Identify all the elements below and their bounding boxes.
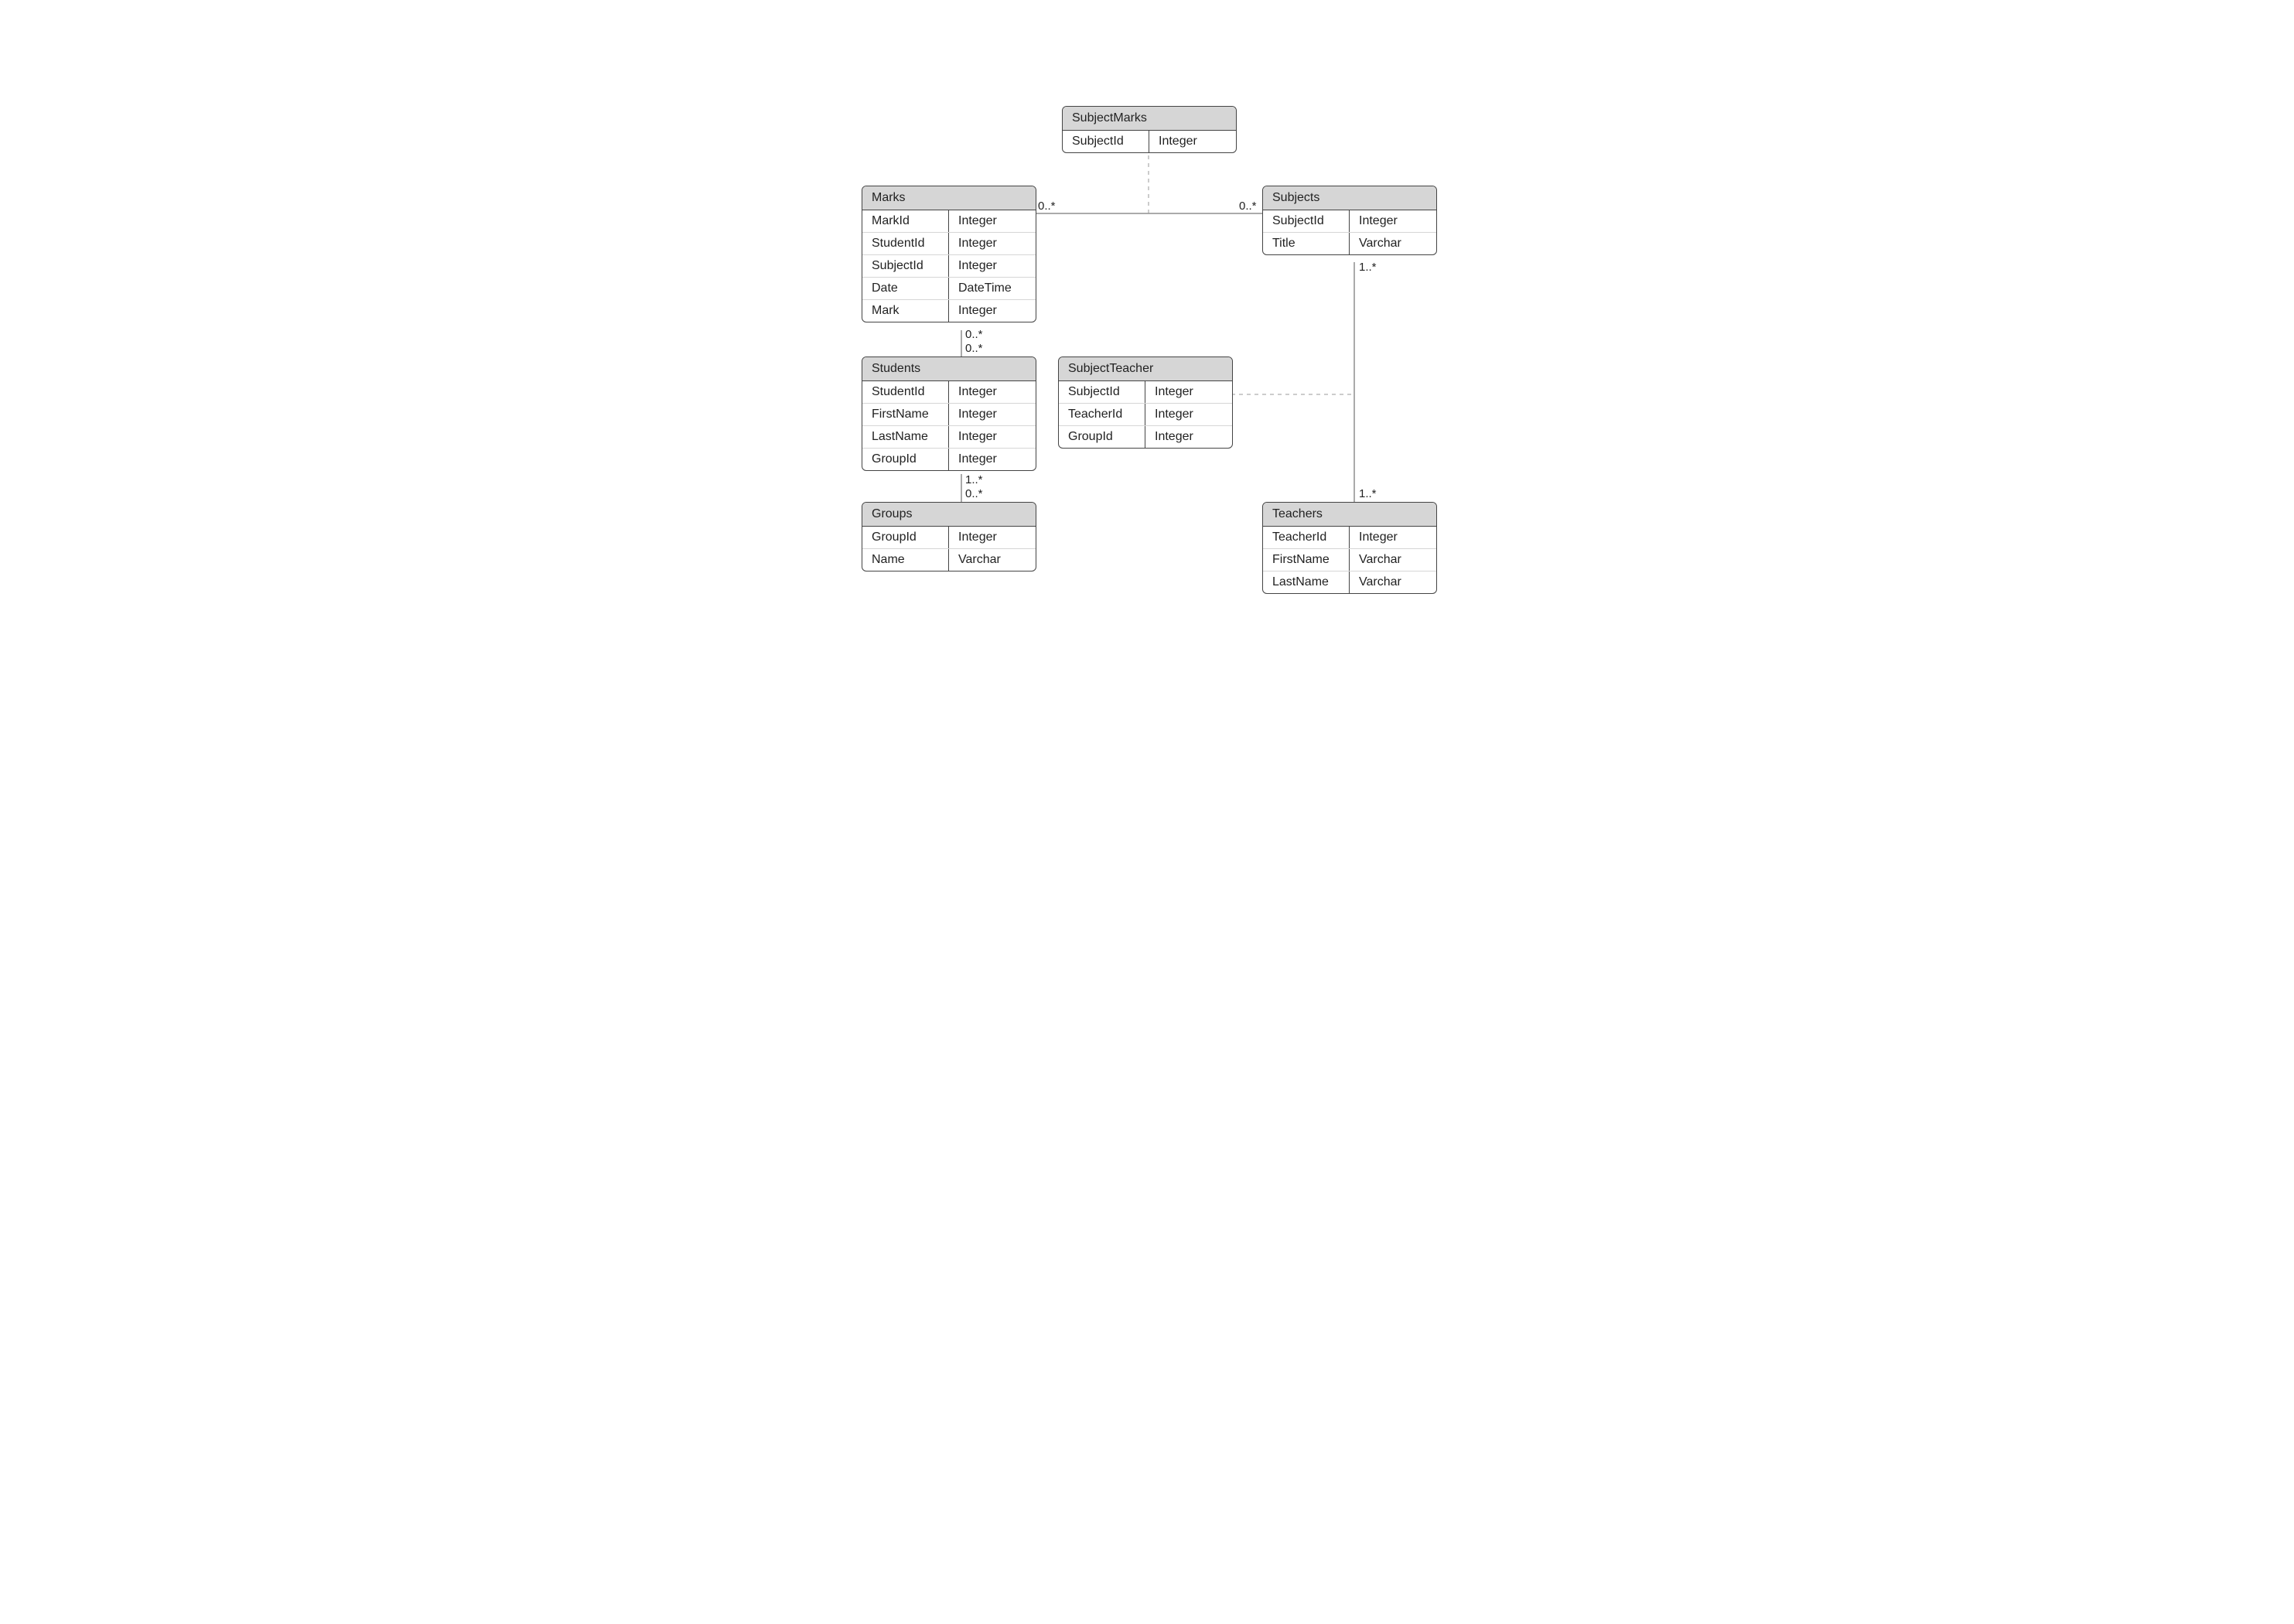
col-name: Mark [862, 300, 948, 322]
entity-title: SubjectMarks [1063, 107, 1236, 131]
col-name: SubjectId [1063, 131, 1149, 152]
col-name: GroupId [862, 527, 948, 548]
table-row: TeacherId Integer [1059, 403, 1232, 425]
col-type: Varchar [1349, 233, 1436, 254]
col-type: Integer [1145, 404, 1232, 425]
col-type: Integer [1349, 527, 1436, 548]
col-name: TeacherId [1263, 527, 1349, 548]
entity-marks: Marks MarkId Integer StudentId Integer S… [862, 186, 1036, 322]
entity-title: Marks [862, 186, 1036, 210]
col-type: Integer [948, 527, 1036, 548]
col-name: LastName [1263, 571, 1349, 593]
col-type: Varchar [1349, 549, 1436, 571]
col-name: Date [862, 278, 948, 299]
col-name: LastName [862, 426, 948, 448]
multiplicity-label: 0..* [1239, 200, 1257, 213]
multiplicity-label: 0..* [965, 328, 983, 341]
col-name: MarkId [862, 210, 948, 232]
table-row: SubjectId Integer [1263, 210, 1436, 232]
col-type: Integer [948, 381, 1036, 403]
er-diagram: SubjectMarks SubjectId Integer Marks Mar… [652, 0, 1642, 701]
multiplicity-label: 0..* [965, 342, 983, 355]
col-type: Integer [948, 255, 1036, 277]
col-name: GroupId [1059, 426, 1145, 448]
entity-groups: Groups GroupId Integer Name Varchar [862, 502, 1036, 571]
table-row: GroupId Integer [862, 448, 1036, 470]
entity-subject-teacher: SubjectTeacher SubjectId Integer Teacher… [1058, 357, 1233, 449]
entity-title: Teachers [1263, 503, 1436, 527]
table-row: FirstName Integer [862, 403, 1036, 425]
table-row: GroupId Integer [1059, 425, 1232, 448]
col-name: TeacherId [1059, 404, 1145, 425]
table-row: Mark Integer [862, 299, 1036, 322]
col-type: Integer [948, 300, 1036, 322]
table-row: SubjectId Integer [1063, 131, 1236, 152]
col-name: Title [1263, 233, 1349, 254]
table-row: GroupId Integer [862, 527, 1036, 548]
col-name: SubjectId [1263, 210, 1349, 232]
col-type: Integer [948, 426, 1036, 448]
col-type: Integer [948, 233, 1036, 254]
table-row: SubjectId Integer [862, 254, 1036, 277]
entity-students: Students StudentId Integer FirstName Int… [862, 357, 1036, 471]
multiplicity-label: 0..* [965, 487, 983, 500]
col-type: DateTime [948, 278, 1036, 299]
multiplicity-label: 1..* [1359, 261, 1377, 274]
col-name: Name [862, 549, 948, 571]
col-type: Integer [948, 449, 1036, 470]
col-type: Integer [948, 210, 1036, 232]
col-name: FirstName [1263, 549, 1349, 571]
table-row: LastName Integer [862, 425, 1036, 448]
table-row: Date DateTime [862, 277, 1036, 299]
col-name: SubjectId [1059, 381, 1145, 403]
table-row: TeacherId Integer [1263, 527, 1436, 548]
table-row: Title Varchar [1263, 232, 1436, 254]
col-type: Integer [1145, 381, 1232, 403]
table-row: FirstName Varchar [1263, 548, 1436, 571]
table-row: LastName Varchar [1263, 571, 1436, 593]
entity-subjects: Subjects SubjectId Integer Title Varchar [1262, 186, 1437, 255]
multiplicity-label: 1..* [1359, 487, 1377, 500]
col-name: StudentId [862, 381, 948, 403]
table-row: Name Varchar [862, 548, 1036, 571]
entity-title: Students [862, 357, 1036, 381]
table-row: StudentId Integer [862, 232, 1036, 254]
col-type: Varchar [1349, 571, 1436, 593]
col-type: Varchar [948, 549, 1036, 571]
entity-teachers: Teachers TeacherId Integer FirstName Var… [1262, 502, 1437, 594]
col-name: GroupId [862, 449, 948, 470]
entity-title: SubjectTeacher [1059, 357, 1232, 381]
col-type: Integer [948, 404, 1036, 425]
table-row: StudentId Integer [862, 381, 1036, 403]
col-type: Integer [1349, 210, 1436, 232]
table-row: MarkId Integer [862, 210, 1036, 232]
entity-title: Groups [862, 503, 1036, 527]
multiplicity-label: 0..* [1038, 200, 1056, 213]
col-name: FirstName [862, 404, 948, 425]
connectors-layer [652, 0, 1642, 701]
table-row: SubjectId Integer [1059, 381, 1232, 403]
multiplicity-label: 1..* [965, 473, 983, 486]
col-type: Integer [1149, 131, 1236, 152]
col-name: StudentId [862, 233, 948, 254]
col-type: Integer [1145, 426, 1232, 448]
entity-title: Subjects [1263, 186, 1436, 210]
col-name: SubjectId [862, 255, 948, 277]
entity-subject-marks: SubjectMarks SubjectId Integer [1062, 106, 1237, 153]
